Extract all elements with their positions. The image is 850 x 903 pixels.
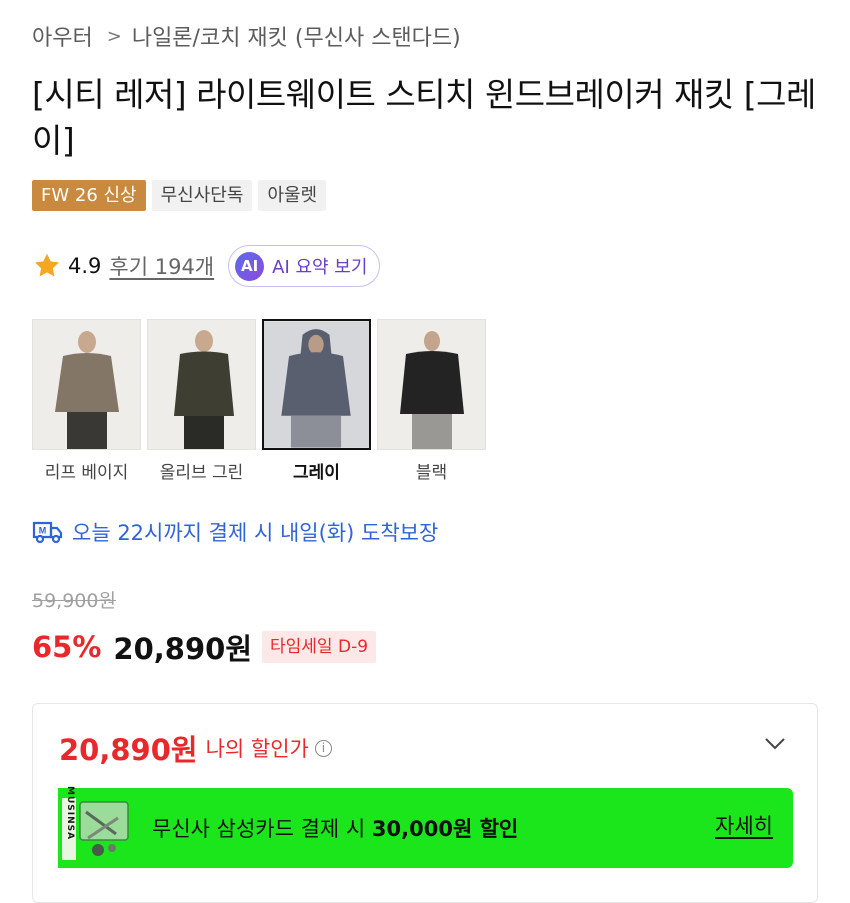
- variant-thumbnail: [32, 319, 141, 450]
- variant-thumbnail: [262, 319, 371, 450]
- card-brand: MUSINSA: [65, 786, 75, 841]
- model-figure-icon: [33, 320, 140, 449]
- original-price: 59,900원: [32, 590, 116, 612]
- model-figure-icon: [148, 320, 255, 449]
- breadcrumb-current[interactable]: 나일론/코치 재킷 (무신사 스탠다드): [132, 20, 461, 52]
- breadcrumb-parent[interactable]: 아우터: [32, 20, 93, 52]
- my-price-row: 20,890원 나의 할인가 i: [59, 726, 332, 770]
- chevron-down-icon[interactable]: [763, 736, 787, 752]
- pants-shape: [67, 412, 107, 449]
- variant-leaf-beige[interactable]: 리프 베이지: [32, 319, 141, 483]
- model-figure-icon: [378, 320, 485, 449]
- sale-price: 20,890원: [113, 632, 253, 666]
- delivery-guarantee[interactable]: M 오늘 22시까지 결제 시 내일(화) 도착보장: [32, 514, 438, 550]
- ai-icon: AI: [235, 251, 265, 281]
- timesale-badge: 타임세일 D-9: [262, 631, 377, 663]
- variant-label: 리프 베이지: [44, 463, 129, 483]
- jacket-shape: [55, 353, 119, 412]
- pants-shape: [290, 415, 342, 448]
- card-offer-prefix: 무신사 삼성카드 결제 시: [152, 817, 372, 841]
- new-season-badge: FW 26 신상: [32, 180, 146, 211]
- pants-shape: [412, 414, 452, 449]
- variant-black[interactable]: 블랙: [377, 319, 486, 483]
- benefit-box: 20,890원 나의 할인가 i MUSINSA 무신사 삼성카드 결제 시 3…: [32, 703, 818, 903]
- jacket-shape: [174, 351, 234, 416]
- discount-rate: 65%: [32, 630, 102, 664]
- reviews-link[interactable]: 후기 194개: [109, 251, 214, 281]
- variant-label: 그레이: [293, 463, 340, 483]
- pants-shape: [184, 416, 224, 449]
- variant-thumbnail: [147, 319, 256, 450]
- breadcrumb: 아우터 > 나일론/코치 재킷 (무신사 스탠다드): [32, 20, 461, 52]
- rating-score: 4.9: [68, 254, 102, 278]
- price-row: 65% 20,890원 타임세일 D-9: [32, 626, 377, 668]
- card-offer-banner[interactable]: MUSINSA 무신사 삼성카드 결제 시 30,000원 할인 자세히: [58, 786, 793, 868]
- svg-text:M: M: [39, 526, 47, 536]
- delivery-text: 오늘 22시까지 결제 시 내일(화) 도착보장: [72, 521, 439, 545]
- info-icon[interactable]: i: [314, 739, 332, 757]
- variant-label: 올리브 그린: [159, 463, 244, 483]
- rating-row: 4.9 후기 194개 AI AI 요약 보기: [32, 244, 381, 288]
- jacket-shape: [400, 351, 464, 414]
- card-image: MUSINSA: [58, 786, 138, 868]
- product-title: [시티 레저] 라이트웨이트 스티치 윈드브레이커 재킷 [그레이]: [32, 75, 816, 160]
- jacket-shape: [281, 352, 351, 416]
- exclusive-badge: 무신사단독: [151, 180, 253, 211]
- variant-gray[interactable]: 그레이: [262, 319, 371, 483]
- breadcrumb-separator: >: [106, 25, 122, 47]
- star-icon: [35, 253, 59, 277]
- color-variant-list: 리프 베이지 올리브 그린 그레이 블랙: [32, 319, 486, 483]
- ai-summary-button[interactable]: AI AI 요약 보기: [228, 245, 381, 287]
- card-offer-text: 무신사 삼성카드 결제 시 30,000원 할인: [152, 813, 518, 843]
- model-figure-icon: [264, 321, 369, 448]
- ai-summary-label: AI 요약 보기: [272, 257, 368, 278]
- my-discount-price: 20,890원: [59, 733, 198, 767]
- delivery-truck-icon: M: [32, 521, 63, 544]
- card-offer-amount: 30,000원 할인: [371, 817, 519, 841]
- outlet-badge: 아울렛: [258, 180, 327, 211]
- card-offer-detail-link[interactable]: 자세히: [715, 810, 773, 840]
- variant-olive-green[interactable]: 올리브 그린: [147, 319, 256, 483]
- my-discount-label: 나의 할인가: [205, 737, 309, 761]
- variant-label: 블랙: [415, 463, 448, 483]
- variant-thumbnail: [377, 319, 486, 450]
- badge-list: FW 26 신상 무신사단독 아울렛: [32, 180, 327, 211]
